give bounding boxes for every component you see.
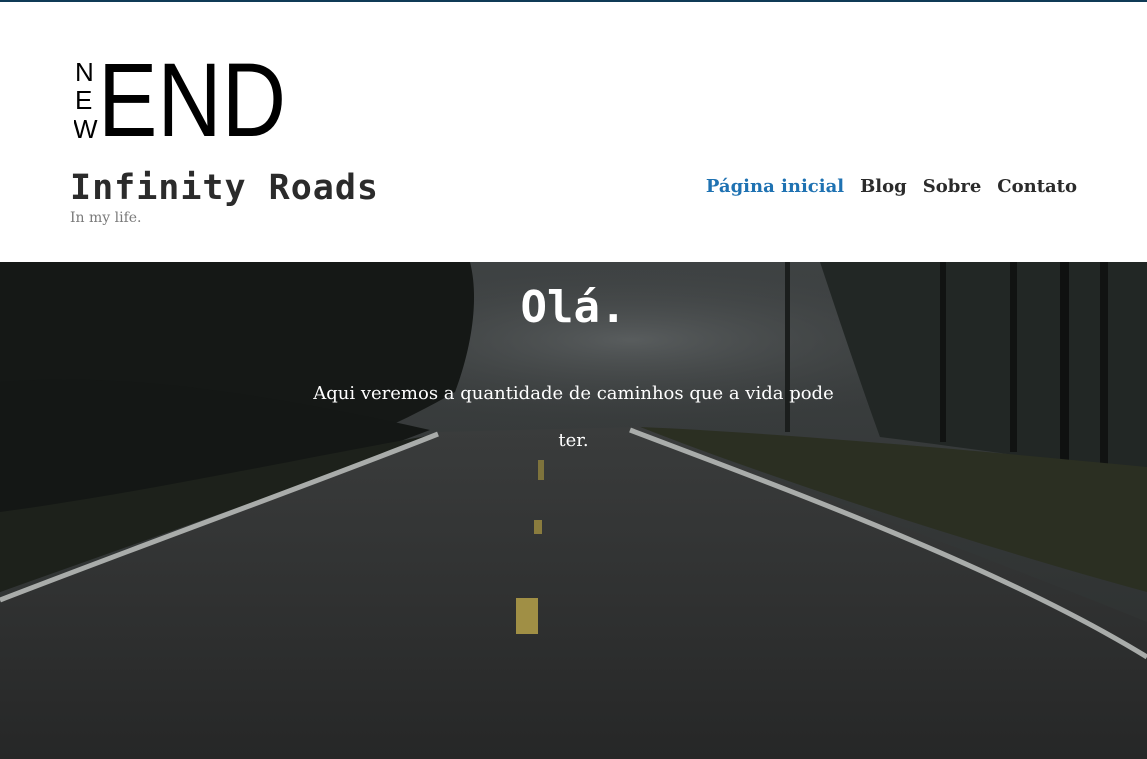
nav-item-blog[interactable]: Blog	[860, 176, 907, 197]
site-header: N E W END Infinity Roads In my life. Pág…	[0, 2, 1147, 262]
site-logo[interactable]: N E W END	[74, 56, 289, 140]
logo-end-text: END	[98, 56, 286, 140]
site-title[interactable]: Infinity Roads	[70, 168, 379, 208]
hero-section: Olá. Aqui veremos a quantidade de caminh…	[0, 262, 1147, 759]
hero-heading: Olá.	[520, 282, 627, 333]
logo-letter-n: N	[75, 57, 94, 87]
main-navigation: Página inicial Blog Sobre Contato	[706, 176, 1077, 197]
nav-item-sobre[interactable]: Sobre	[923, 176, 982, 197]
nav-item-pagina-inicial[interactable]: Página inicial	[706, 176, 844, 197]
new-end-logo-icon: N E W END	[74, 56, 286, 140]
nav-item-contato[interactable]: Contato	[997, 176, 1077, 197]
logo-letter-w: W	[74, 114, 98, 140]
road-background-image	[0, 262, 1147, 759]
logo-letter-e: E	[75, 85, 92, 115]
hero-text: Aqui veremos a quantidade de caminhos qu…	[313, 383, 834, 451]
site-tagline: In my life.	[70, 210, 142, 226]
